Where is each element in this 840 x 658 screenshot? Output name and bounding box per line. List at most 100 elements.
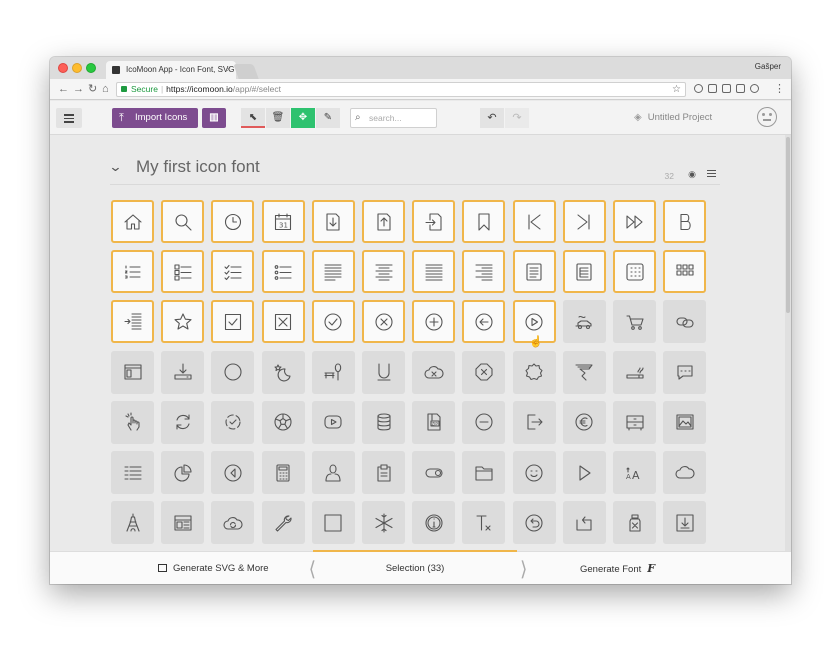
icon-tile[interactable]	[362, 300, 405, 344]
icon-tile[interactable]	[161, 451, 205, 494]
icon-tile[interactable]	[311, 250, 355, 294]
close-window-button[interactable]	[58, 63, 68, 73]
search-input[interactable]: ⌕ search...	[350, 108, 437, 128]
edit-tool-button[interactable]: ✎	[316, 108, 340, 128]
icon-tile[interactable]	[512, 350, 556, 394]
icon-tile[interactable]	[412, 200, 456, 243]
icon-tile[interactable]	[261, 451, 305, 494]
icon-tile[interactable]	[562, 451, 606, 494]
icon-tile[interactable]	[462, 451, 506, 494]
home-nav-icon[interactable]: ⌂	[102, 81, 109, 97]
vertical-scrollbar[interactable]	[785, 135, 791, 584]
icon-tile[interactable]	[211, 501, 255, 545]
icon-tile[interactable]	[663, 350, 707, 394]
project-selector[interactable]: ◈ Untitled Project	[634, 108, 712, 128]
icon-tile[interactable]	[613, 250, 656, 294]
icon-tile[interactable]	[111, 501, 154, 545]
icon-tile[interactable]	[412, 501, 456, 545]
extension-square-icon[interactable]	[736, 84, 745, 93]
icon-tile[interactable]	[261, 250, 305, 294]
minimize-window-button[interactable]	[72, 63, 82, 73]
icon-tile[interactable]	[412, 451, 456, 494]
delete-tool-button[interactable]: 🗑	[266, 108, 290, 128]
set-menu-icon[interactable]	[707, 170, 716, 177]
generate-font-button[interactable]: Generate Font F	[580, 552, 655, 584]
icon-tile[interactable]	[562, 400, 606, 444]
icon-tile[interactable]	[311, 400, 355, 444]
icon-tile[interactable]	[613, 300, 656, 344]
hamburger-menu-button[interactable]	[56, 108, 82, 128]
icon-tile[interactable]	[663, 200, 707, 243]
icon-tile[interactable]	[362, 451, 405, 494]
extension-cast-icon[interactable]	[722, 84, 731, 93]
url-field[interactable]: Secure | https://icomoon.io/app/#/select ☆	[116, 82, 686, 97]
icon-tile[interactable]	[562, 300, 606, 344]
icon-tile[interactable]	[663, 250, 707, 294]
icon-tile[interactable]	[362, 200, 405, 243]
icon-tile[interactable]	[562, 501, 606, 545]
icon-tile[interactable]	[663, 501, 707, 545]
icon-tile[interactable]	[161, 350, 205, 394]
icon-tile[interactable]	[613, 350, 656, 394]
icon-tile[interactable]: ZIP	[412, 400, 456, 444]
forward-arrow-icon[interactable]: →	[73, 81, 84, 97]
icon-tile[interactable]	[562, 250, 606, 294]
icon-tile[interactable]	[111, 250, 154, 294]
icon-tile[interactable]	[161, 300, 205, 344]
icon-tile[interactable]	[462, 300, 506, 344]
generate-svg-button[interactable]: Generate SVG & More	[158, 552, 269, 584]
redo-button[interactable]: ↷	[505, 108, 529, 128]
extension-pinterest-icon[interactable]	[750, 84, 759, 93]
icon-tile[interactable]	[613, 400, 656, 444]
icon-tile[interactable]	[362, 501, 405, 545]
icon-tile[interactable]	[111, 451, 154, 494]
browser-tab[interactable]: IcoMoon App - Icon Font, SVG ×	[106, 61, 236, 79]
icon-tile[interactable]	[462, 400, 506, 444]
icon-tile[interactable]	[211, 451, 255, 494]
icon-tile[interactable]	[613, 501, 656, 545]
icon-tile[interactable]	[462, 501, 506, 545]
icon-tile[interactable]	[211, 200, 255, 243]
icon-tile[interactable]	[462, 250, 506, 294]
extension-box-icon[interactable]	[708, 84, 717, 93]
tab-close-icon[interactable]: ×	[226, 61, 231, 79]
icon-tile[interactable]	[111, 400, 154, 444]
icon-tile[interactable]	[161, 200, 205, 243]
icon-tile[interactable]: AA	[613, 451, 656, 494]
icon-tile[interactable]	[663, 400, 707, 444]
select-tool-button[interactable]: ⬉	[241, 108, 265, 128]
icon-tile[interactable]	[111, 200, 154, 243]
feedback-smiley-icon[interactable]	[757, 107, 777, 127]
icon-set-title[interactable]: My first icon font	[136, 157, 260, 177]
browser-user-name[interactable]: Gašper	[755, 62, 781, 71]
icon-tile[interactable]	[462, 200, 506, 243]
icon-tile[interactable]	[362, 250, 405, 294]
icon-tile[interactable]	[311, 501, 355, 545]
eye-icon[interactable]: ◉	[688, 169, 696, 180]
selection-tab[interactable]: Selection (33)	[313, 550, 517, 584]
new-tab-button[interactable]	[233, 64, 259, 79]
icon-tile[interactable]	[663, 300, 707, 344]
icon-tile[interactable]	[161, 400, 205, 444]
icon-tile[interactable]	[211, 400, 255, 444]
scrollbar-thumb[interactable]	[786, 137, 790, 313]
icon-tile[interactable]	[211, 300, 255, 344]
move-tool-button[interactable]: ✥	[291, 108, 315, 128]
icon-tile[interactable]	[663, 451, 707, 494]
icon-tile[interactable]	[111, 350, 154, 394]
browser-menu-icon[interactable]: ⋮	[774, 81, 785, 97]
icon-tile[interactable]	[311, 300, 355, 344]
icon-tile[interactable]	[512, 200, 556, 243]
icon-tile[interactable]	[613, 200, 656, 243]
icon-tile[interactable]	[111, 300, 154, 344]
maximize-window-button[interactable]	[86, 63, 96, 73]
icon-tile[interactable]	[412, 250, 456, 294]
collapse-chevron-icon[interactable]: ⌄	[108, 159, 122, 175]
icon-tile[interactable]	[562, 350, 606, 394]
icon-tile[interactable]	[512, 501, 556, 545]
icon-tile[interactable]	[412, 300, 456, 344]
icon-tile[interactable]	[161, 501, 205, 545]
icon-tile[interactable]	[512, 250, 556, 294]
icon-tile[interactable]	[211, 250, 255, 294]
icon-tile[interactable]	[512, 451, 556, 494]
